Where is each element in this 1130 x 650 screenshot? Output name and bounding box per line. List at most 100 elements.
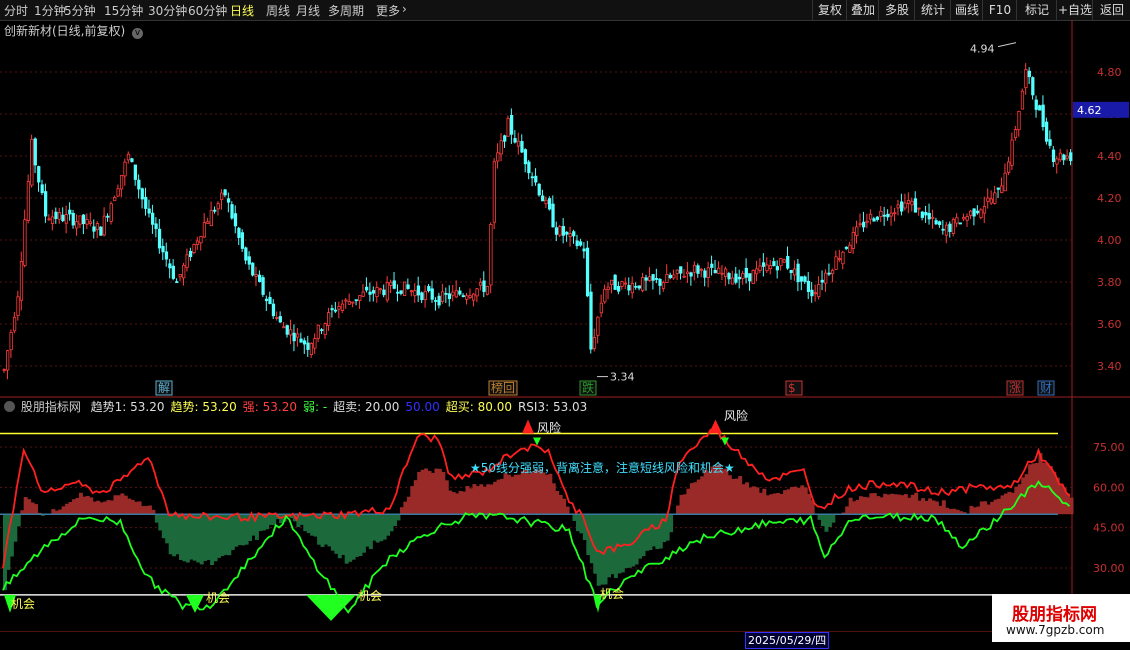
- weak-fill-bar: [268, 514, 273, 525]
- candle-body: [382, 289, 386, 296]
- candle-body: [1041, 104, 1045, 128]
- candle-body: [779, 258, 783, 267]
- candle-body: [309, 343, 314, 356]
- candle-body: [989, 198, 994, 204]
- candle-body: [492, 161, 496, 223]
- period-tab-8[interactable]: 月线: [296, 2, 320, 19]
- weak-fill-bar: [648, 514, 653, 551]
- period-tab-0[interactable]: 分时: [4, 2, 28, 19]
- chance-label-0: 机会: [11, 597, 35, 611]
- toolbar-button-3[interactable]: 统计: [914, 0, 951, 20]
- candle-body: [924, 211, 928, 216]
- candle-body: [213, 209, 217, 212]
- toolbar-button-7[interactable]: +自选: [1056, 0, 1093, 20]
- strong-fill-bar: [848, 497, 853, 515]
- candle-body: [420, 292, 424, 301]
- candle-body: [637, 285, 641, 289]
- weak-fill-bar: [192, 514, 197, 561]
- candle-body: [534, 175, 538, 183]
- period-tab-3[interactable]: 15分钟: [104, 2, 143, 19]
- strong-fill-bar: [976, 506, 981, 515]
- candle-body: [244, 247, 248, 261]
- indicator-settings-icon[interactable]: [4, 401, 15, 412]
- candle-body: [19, 261, 24, 301]
- candle-body: [264, 298, 269, 302]
- candle-body: [889, 212, 893, 217]
- toolbar-button-4[interactable]: 画线: [950, 0, 983, 20]
- candle-body: [354, 299, 358, 302]
- strong-fill-bar: [538, 469, 542, 515]
- strong-fill-bar: [983, 501, 988, 515]
- strong-fill-bar: [931, 500, 936, 515]
- toolbar-button-2[interactable]: 多股: [878, 0, 915, 20]
- candle-body: [834, 256, 838, 270]
- high-price-label: 4.94: [970, 43, 995, 56]
- candle-body: [596, 316, 600, 336]
- weak-fill-bar: [821, 514, 825, 527]
- strong-fill-bar: [779, 493, 784, 515]
- strong-fill-bar: [948, 509, 953, 515]
- candle-body: [389, 281, 393, 286]
- candle-body: [485, 286, 490, 295]
- strong-fill-bar: [441, 471, 446, 515]
- candle-body: [768, 265, 773, 270]
- weak-fill-bar: [310, 514, 315, 536]
- toolbar-button-0[interactable]: 复权: [812, 0, 847, 20]
- candle-body: [458, 290, 462, 295]
- candle-body: [365, 286, 369, 291]
- candle-body: [78, 215, 82, 225]
- candle-body: [603, 288, 607, 303]
- period-tab-5[interactable]: 60分钟: [188, 2, 227, 19]
- period-tab-7[interactable]: 周线: [266, 2, 290, 19]
- event-tag-3: $: [788, 381, 796, 395]
- candle-body: [392, 280, 396, 289]
- strong-fill-bar: [997, 498, 1002, 515]
- candle-body: [789, 269, 793, 273]
- weak-fill-bar: [831, 514, 836, 523]
- strong-fill-bar: [928, 498, 932, 515]
- candle-body: [948, 223, 952, 232]
- strong-fill-bar: [520, 470, 525, 515]
- candle-body: [116, 188, 120, 197]
- event-tag-2: 跌: [582, 380, 594, 395]
- weak-fill-bar: [382, 514, 387, 540]
- candle-body: [523, 149, 528, 165]
- candle-body: [903, 202, 907, 209]
- candle-body: [37, 166, 41, 183]
- toolbar-button-5[interactable]: F10: [982, 0, 1017, 20]
- strong-fill-bar: [689, 483, 694, 515]
- strong-fill-bar: [399, 507, 404, 515]
- strong-fill-bar: [755, 487, 760, 515]
- strong-fill-bar: [562, 498, 567, 515]
- strong-fill-bar: [945, 507, 950, 515]
- price-tick-label: 3.80: [1097, 276, 1122, 289]
- weak-fill-bar: [182, 514, 187, 562]
- more-arrow-icon[interactable]: ›: [402, 2, 407, 16]
- candle-body: [385, 282, 389, 301]
- candle-body: [251, 262, 255, 276]
- candle-body: [610, 279, 614, 286]
- period-tab-1[interactable]: 1分钟: [34, 2, 66, 19]
- candle-body: [1044, 121, 1049, 142]
- candle-body: [368, 291, 372, 295]
- period-tab-6[interactable]: 日线: [230, 2, 254, 19]
- candle-body: [102, 215, 106, 236]
- weak-fill-bar: [355, 514, 360, 557]
- period-tab-10[interactable]: 更多: [376, 2, 400, 19]
- candle-body: [589, 291, 593, 350]
- strong-fill-bar: [465, 486, 470, 515]
- period-tab-4[interactable]: 30分钟: [148, 2, 187, 19]
- candle-body: [268, 296, 272, 305]
- candle-body: [672, 274, 676, 279]
- chart-area: 4.804.604.404.204.003.803.603.4075.0060.…: [0, 20, 1130, 632]
- candle-body: [537, 183, 541, 196]
- strong-fill-bar: [934, 501, 939, 515]
- toolbar-button-8[interactable]: 返回: [1092, 0, 1130, 20]
- candle-body: [651, 274, 655, 281]
- strong-fill-bar: [696, 479, 701, 515]
- toolbar-button-6[interactable]: 标记: [1016, 0, 1057, 20]
- toolbar-button-1[interactable]: 叠加: [846, 0, 879, 20]
- period-tab-2[interactable]: 5分钟: [64, 2, 96, 19]
- period-tab-9[interactable]: 多周期: [328, 2, 364, 19]
- weak-fill-bar: [669, 514, 674, 533]
